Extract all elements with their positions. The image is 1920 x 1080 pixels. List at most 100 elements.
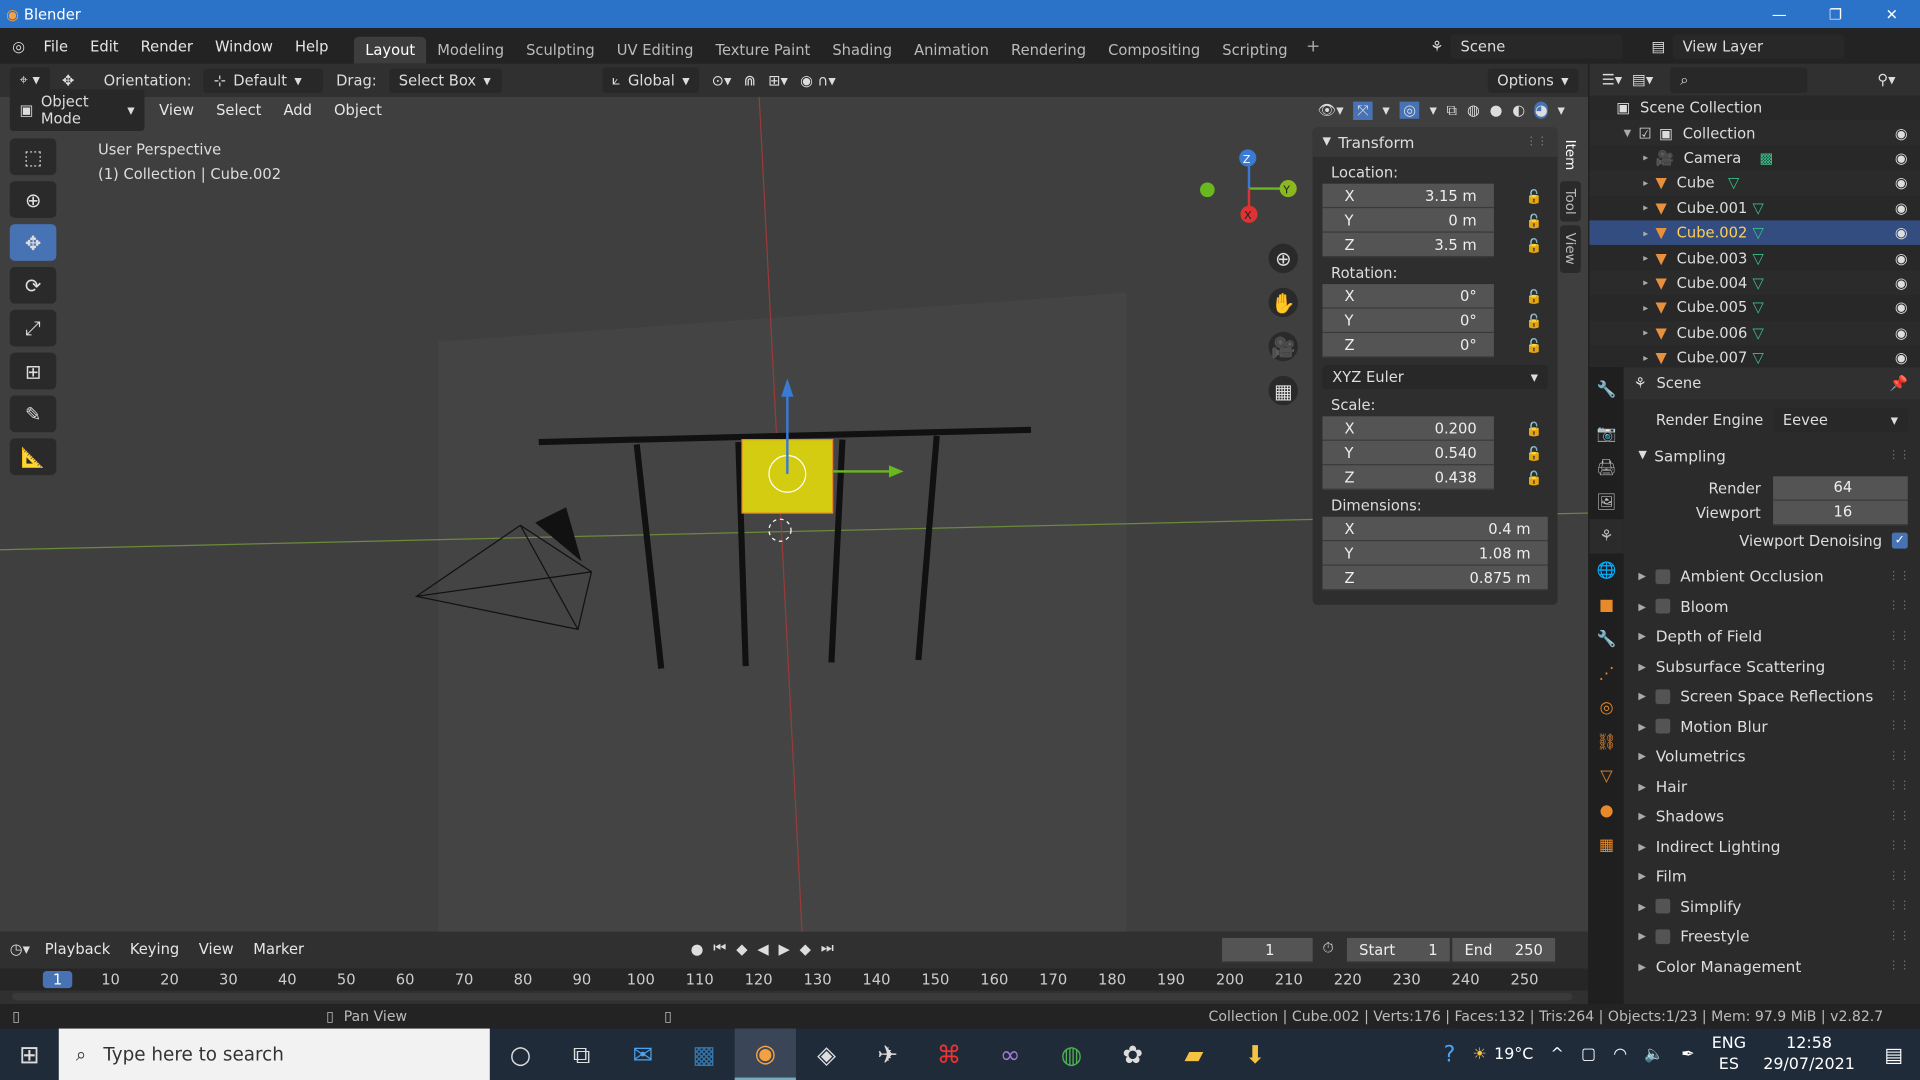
- close-button[interactable]: ✕: [1864, 6, 1920, 23]
- blender-taskbar-icon[interactable]: ◉: [734, 1028, 796, 1080]
- properties-tab-scene-icon[interactable]: ⚘: [1589, 519, 1624, 554]
- mesh-data-icon[interactable]: ▽: [1753, 224, 1764, 241]
- dimensions-z-field[interactable]: Z 0.875 m: [1322, 565, 1548, 591]
- menu-window[interactable]: Window: [204, 37, 284, 54]
- mesh-data-icon[interactable]: ▽: [1728, 174, 1739, 191]
- timeline-menu-marker[interactable]: Marker: [243, 938, 313, 960]
- scale-y-field[interactable]: Y 0.540: [1322, 440, 1494, 466]
- jump-start-button[interactable]: ⏮: [713, 939, 726, 957]
- minimize-button[interactable]: —: [1751, 6, 1807, 23]
- drag-grip-icon[interactable]: ⋮⋮: [1888, 630, 1910, 642]
- mesh-data-icon[interactable]: ▽: [1753, 299, 1764, 316]
- expand-arrow-icon[interactable]: ▸: [1643, 202, 1648, 213]
- drag-grip-icon[interactable]: ⋮⋮: [1888, 960, 1910, 972]
- section-freestyle[interactable]: ▶ Freestyle ⋮⋮: [1624, 921, 1920, 951]
- camera-view-icon[interactable]: 🎥: [1268, 331, 1298, 362]
- drag-grip-icon[interactable]: ⋮⋮: [1888, 720, 1910, 732]
- section-hair[interactable]: ▶ Hair ⋮⋮: [1624, 771, 1920, 801]
- section-indirect-lighting[interactable]: ▶ Indirect Lighting ⋮⋮: [1624, 831, 1920, 861]
- drag-grip-icon[interactable]: ⋮⋮: [1888, 570, 1910, 582]
- add-workspace-button[interactable]: +: [1306, 36, 1320, 56]
- lock-icon[interactable]: 🔓: [1521, 288, 1548, 304]
- tab-scripting[interactable]: Scripting: [1211, 37, 1298, 64]
- mesh-data-icon[interactable]: ▽: [1753, 199, 1764, 216]
- snap-target-icon[interactable]: ⊞▾: [768, 72, 788, 89]
- section-simplify[interactable]: ▶ Simplify ⋮⋮: [1624, 891, 1920, 921]
- show-hidden-icons[interactable]: ^: [1551, 1045, 1564, 1063]
- properties-tab-output-icon[interactable]: 🖨: [1589, 451, 1623, 485]
- tab-texture-paint[interactable]: Texture Paint: [704, 37, 821, 64]
- section-film[interactable]: ▶ Film ⋮⋮: [1624, 861, 1920, 891]
- gizmo-toggle-icon[interactable]: ⤧: [1353, 101, 1373, 120]
- outliner-item[interactable]: ▸ ▼ Cube.005 ▽ ◉: [1589, 295, 1920, 320]
- orientation-dropdown[interactable]: ⊹ Default ▾: [203, 67, 324, 93]
- properties-tab-object-icon[interactable]: ■: [1589, 588, 1623, 622]
- scene-collection-row[interactable]: ▣ Scene Collection: [1589, 96, 1920, 121]
- mesh-data-icon[interactable]: ▽: [1753, 274, 1764, 291]
- properties-tab-constraints-icon[interactable]: ⛓: [1589, 725, 1623, 759]
- taskbar-search[interactable]: ⌕ Type here to search: [58, 1028, 490, 1080]
- camera-data-icon[interactable]: ▩: [1760, 149, 1774, 166]
- rotation-x-field[interactable]: X 0°: [1322, 284, 1494, 309]
- download-app-icon[interactable]: ⬇: [1224, 1029, 1285, 1080]
- properties-tab-modifiers-icon[interactable]: 🔧: [1589, 622, 1623, 656]
- mode-dropdown[interactable]: ▣ Object Mode ▾: [9, 89, 145, 132]
- mesh-data-icon[interactable]: ▽: [1753, 349, 1764, 366]
- unity-icon[interactable]: ◈: [796, 1029, 857, 1080]
- navigation-gizmo[interactable]: Z Y X: [1200, 149, 1297, 223]
- properties-tab-object-data-icon[interactable]: ▽: [1589, 759, 1623, 793]
- render-engine-dropdown[interactable]: Eevee ▾: [1773, 407, 1908, 433]
- display-mode-icon[interactable]: ▤▾: [1632, 71, 1653, 88]
- drag-grip-icon[interactable]: ⋮⋮: [1888, 780, 1910, 792]
- dimensions-y-field[interactable]: Y 1.08 m: [1322, 541, 1548, 566]
- rotation-mode-dropdown[interactable]: XYZ Euler ▾: [1322, 364, 1548, 390]
- lock-icon[interactable]: 🔓: [1521, 421, 1548, 437]
- expand-arrow-icon[interactable]: ▸: [1643, 252, 1648, 263]
- tab-modeling[interactable]: Modeling: [426, 37, 515, 64]
- section-checkbox[interactable]: [1655, 569, 1671, 584]
- visibility-eye-icon[interactable]: ◉: [1895, 249, 1908, 266]
- rendered-shading-icon[interactable]: ◕: [1534, 101, 1548, 119]
- visibility-eye-icon[interactable]: ◉: [1895, 224, 1908, 241]
- properties-tab-particles-icon[interactable]: ⋰: [1589, 656, 1623, 690]
- xray-icon[interactable]: ⧉: [1447, 101, 1458, 119]
- rotate-tool-icon[interactable]: ⟳: [9, 266, 57, 304]
- preview-range-icon[interactable]: ⏱: [1322, 939, 1333, 957]
- section-shadows[interactable]: ▶ Shadows ⋮⋮: [1624, 801, 1920, 831]
- perspective-grid-icon[interactable]: ▦: [1268, 375, 1298, 406]
- visual-studio-icon[interactable]: ∞: [980, 1029, 1041, 1080]
- outliner-item[interactable]: ▸ ▼ Cube.004 ▽ ◉: [1589, 270, 1920, 296]
- blender-menu-icon[interactable]: ◎: [12, 37, 25, 54]
- drag-dropdown[interactable]: Select Box ▾: [388, 67, 502, 93]
- help-icon[interactable]: ?: [1444, 1041, 1456, 1067]
- transform-space-dropdown[interactable]: ⟀ Global ▾: [602, 67, 700, 94]
- timeline-editor-icon[interactable]: ◷▾: [10, 940, 30, 957]
- volume-icon[interactable]: 🔈: [1644, 1045, 1664, 1063]
- play-reverse-button[interactable]: ◀: [757, 940, 768, 957]
- scene-icon[interactable]: ⚘: [1430, 37, 1443, 54]
- visibility-eye-icon[interactable]: ◉: [1895, 174, 1908, 191]
- expand-arrow-icon[interactable]: ▸: [1643, 177, 1648, 188]
- scene-selector[interactable]: Scene: [1450, 33, 1623, 59]
- scale-tool-icon[interactable]: ⤢: [9, 309, 57, 347]
- notifications-icon[interactable]: ▤: [1884, 1043, 1903, 1066]
- cursor-tool-icon[interactable]: ⊕: [9, 181, 57, 218]
- mesh-data-icon[interactable]: ▽: [1753, 324, 1764, 341]
- wireframe-shading-icon[interactable]: ◍: [1467, 102, 1480, 119]
- visibility-eye-icon[interactable]: ◉: [1895, 124, 1908, 141]
- section-checkbox[interactable]: [1655, 899, 1671, 914]
- properties-tab-tool-settings-icon[interactable]: 🔧: [1589, 372, 1623, 406]
- properties-tab-physics-icon[interactable]: ◎: [1589, 691, 1623, 725]
- section-depth-of-field[interactable]: ▶ Depth of Field ⋮⋮: [1624, 621, 1920, 651]
- overlay-toggle-icon[interactable]: ◎: [1399, 101, 1420, 119]
- drag-grip-icon[interactable]: ⋮⋮: [1888, 870, 1910, 882]
- expand-arrow-icon[interactable]: ▸: [1643, 302, 1648, 313]
- menu-edit[interactable]: Edit: [79, 37, 130, 54]
- section-checkbox[interactable]: [1655, 689, 1671, 704]
- sidebar-tab-item[interactable]: Item: [1560, 132, 1581, 178]
- sidebar-tab-tool[interactable]: Tool: [1560, 181, 1581, 223]
- expand-arrow-icon[interactable]: ▸: [1643, 352, 1648, 363]
- sidebar-tab-view[interactable]: View: [1560, 225, 1581, 273]
- section-checkbox[interactable]: [1655, 599, 1671, 614]
- pen-icon[interactable]: ✒: [1681, 1045, 1694, 1063]
